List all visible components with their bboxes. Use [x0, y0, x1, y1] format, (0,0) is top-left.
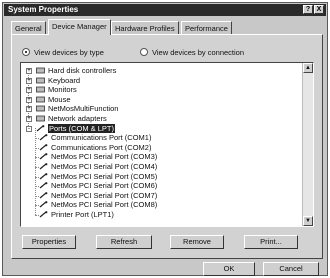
port-icon: [39, 153, 48, 160]
expand-icon[interactable]: +: [26, 77, 32, 84]
ok-button[interactable]: OK: [203, 262, 255, 276]
tree-item-label: Network adapters: [48, 113, 107, 123]
port-icon: [39, 163, 48, 170]
properties-button[interactable]: Properties: [22, 235, 76, 249]
tree-child-item[interactable]: NetMos PCI Serial Port (COM5): [21, 172, 301, 182]
network-adapter-icon: [36, 115, 45, 122]
remove-button[interactable]: Remove: [170, 235, 224, 249]
port-icon: [39, 211, 48, 218]
view-by-type-option[interactable]: View devices by type: [22, 47, 104, 57]
tree-category-item[interactable]: + Hard disk controllers: [21, 66, 301, 76]
tree-child-item[interactable]: NetMos PCI Serial Port (COM4): [21, 162, 301, 172]
tree-child-item[interactable]: Printer Port (LPT1): [21, 210, 301, 220]
tree-item-label: Ports (COM & LPT): [48, 123, 116, 134]
expand-icon[interactable]: +: [26, 87, 32, 94]
expand-icon[interactable]: +: [26, 106, 32, 113]
tree-item-label: NetMos PCI Serial Port (COM4): [51, 161, 158, 171]
tree-item-label: Keyboard: [48, 75, 81, 85]
tree-category-item[interactable]: - Ports (COM & LPT): [21, 123, 301, 134]
view-by-connection-option[interactable]: View devices by connection: [140, 47, 244, 57]
refresh-button[interactable]: Refresh: [96, 235, 152, 249]
keyboard-icon: [36, 77, 45, 83]
tree-item-label: NetMos PCI Serial Port (COM6): [51, 181, 158, 191]
tree-item-label: Communications Port (COM2): [51, 142, 152, 152]
tab-hardware-profiles[interactable]: Hardware Profiles: [111, 21, 179, 34]
tab-general[interactable]: General: [11, 21, 46, 34]
tree-child-item[interactable]: NetMos PCI Serial Port (COM7): [21, 191, 301, 201]
scroll-down-button[interactable]: ▼: [303, 216, 313, 226]
expand-icon[interactable]: +: [26, 96, 32, 103]
tree-category-item[interactable]: + Keyboard: [21, 76, 301, 86]
tree-item-label: Printer Port (LPT1): [51, 209, 114, 219]
device-icon: [36, 105, 45, 112]
tree-item-label: Hard disk controllers: [48, 66, 117, 75]
tree-category-item[interactable]: + NetMosMultiFunction: [21, 104, 301, 114]
tree-child-item[interactable]: NetMos PCI Serial Port (COM8): [21, 200, 301, 210]
port-icon: [39, 191, 48, 199]
tree-item-label: Communications Port (COM1): [51, 133, 152, 143]
view-by-connection-label: View devices by connection: [152, 47, 244, 57]
tree-child-item[interactable]: NetMos PCI Serial Port (COM6): [21, 181, 301, 191]
scroll-up-button[interactable]: ▲: [303, 63, 313, 73]
mouse-icon: [36, 96, 45, 103]
tree-category-item[interactable]: + Mouse: [21, 95, 301, 105]
print-button[interactable]: Print...: [244, 235, 298, 249]
tree-child-item[interactable]: NetMos PCI Serial Port (COM3): [21, 152, 301, 162]
port-icon: [39, 143, 48, 151]
view-by-connection-radio[interactable]: [140, 48, 148, 56]
view-by-type-radio[interactable]: [22, 48, 30, 56]
tree-category-item[interactable]: + Monitors: [21, 85, 301, 95]
tab-performance[interactable]: Performance: [181, 21, 232, 34]
device-tree: + Hard disk controllers + Keyboard + Monitors…: [21, 66, 301, 220]
device-tree-view[interactable]: + Hard disk controllers + Keyboard + Monitors…: [20, 62, 314, 227]
help-button[interactable]: ?: [303, 5, 313, 14]
tree-item-label: NetMos PCI Serial Port (COM7): [51, 190, 158, 200]
title-bar[interactable]: System Properties ? X: [4, 4, 326, 16]
port-icon: [36, 124, 45, 132]
tab-device-manager[interactable]: Device Manager: [48, 19, 111, 35]
tree-category-item[interactable]: + Network adapters: [21, 114, 301, 124]
tree-item-label: NetMos PCI Serial Port (COM8): [51, 200, 158, 210]
expand-icon[interactable]: +: [26, 68, 32, 74]
tree-child-item[interactable]: Communications Port (COM2): [21, 143, 301, 153]
close-button[interactable]: X: [314, 5, 324, 14]
tree-item-label: Mouse: [48, 94, 71, 104]
port-icon: [39, 172, 48, 179]
monitor-icon: [36, 86, 45, 93]
port-icon: [39, 182, 48, 189]
tree-scrollbar[interactable]: ▲ ▼: [302, 63, 313, 226]
tree-item-label: Monitors: [48, 85, 77, 95]
window-title: System Properties: [8, 5, 79, 14]
collapse-icon[interactable]: -: [26, 125, 32, 132]
expand-icon[interactable]: +: [26, 115, 32, 122]
device-manager-panel: View devices by type View devices by con…: [11, 34, 323, 259]
cancel-button[interactable]: Cancel: [263, 262, 319, 276]
system-properties-window: System Properties ? X General Device Man…: [2, 2, 328, 276]
tree-item-label: NetMos PCI Serial Port (COM3): [51, 152, 158, 162]
tree-item-label: NetMos PCI Serial Port (COM5): [51, 171, 158, 181]
hdd-controller-icon: [36, 67, 45, 74]
port-icon: [39, 134, 48, 141]
tree-item-label: NetMosMultiFunction: [48, 104, 119, 114]
view-by-type-label: View devices by type: [34, 47, 104, 57]
tree-child-item[interactable]: Communications Port (COM1): [21, 133, 301, 143]
port-icon: [39, 201, 48, 208]
